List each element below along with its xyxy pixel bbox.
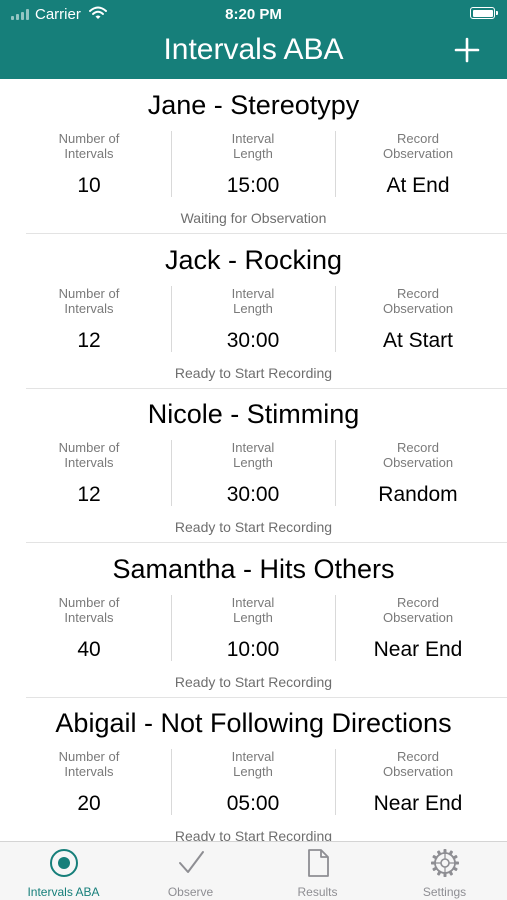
interval-length-value: 10:00	[226, 637, 280, 661]
column-divider	[171, 131, 172, 197]
interval-card[interactable]: Nicole - Stimming Number of Intervals 12 …	[0, 388, 507, 543]
card-title: Nicole - Stimming	[147, 399, 360, 429]
interval-length-column: Interval Length 30:00	[171, 440, 335, 508]
interval-length-column: Interval Length 30:00	[171, 286, 335, 354]
interval-length-value: 15:00	[226, 174, 280, 197]
page-title: Intervals ABA	[163, 33, 344, 66]
column-divider	[335, 440, 336, 506]
interval-length-label: Interval Length	[231, 749, 275, 779]
interval-card[interactable]: Abigail - Not Following Directions Numbe…	[0, 697, 507, 841]
tab-results[interactable]: Results	[254, 842, 381, 900]
interval-card[interactable]: Jack - Rocking Number of Intervals 12 Int…	[0, 234, 507, 389]
card-status: Ready to Start Recording	[174, 673, 333, 690]
tab-label: Settings	[422, 885, 467, 899]
navigation-header: Carrier 8:20 PM Intervals ABA	[0, 0, 507, 79]
number-of-intervals-column: Number of Intervals 20	[7, 749, 171, 817]
column-divider	[335, 749, 336, 815]
number-of-intervals-label: Number of Intervals	[58, 440, 120, 470]
interval-length-value: 05:00	[226, 792, 280, 815]
card-status: Waiting for Observation	[180, 210, 327, 226]
column-divider	[171, 594, 172, 661]
interval-length-value: 30:00	[226, 328, 280, 352]
column-divider	[335, 131, 336, 197]
number-of-intervals-label: Number of Intervals	[58, 131, 120, 161]
record-observation-value: Near End	[373, 637, 463, 661]
number-of-intervals-value: 40	[77, 637, 101, 661]
record-observation-column: Record Observation Near End	[336, 749, 500, 817]
record-observation-column: Record Observation Near End	[336, 595, 500, 663]
interval-length-column: Interval Length 15:00	[171, 131, 335, 199]
interval-length-label: Interval Length	[231, 594, 275, 625]
record-observation-label: Record Observation	[382, 131, 454, 161]
document-icon	[303, 848, 333, 878]
column-divider	[171, 440, 172, 506]
status-time: 8:20 PM	[225, 6, 282, 23]
interval-length-label: Interval Length	[231, 131, 275, 161]
record-observation-column: Record Observation At Start	[336, 286, 500, 354]
interval-length-column: Interval Length 10:00	[171, 595, 335, 663]
card-status: Ready to Start Recording	[174, 519, 333, 535]
interval-card[interactable]: Samantha - Hits Others Number of Interval…	[0, 543, 507, 698]
record-observation-label: Record Observation	[382, 285, 454, 316]
number-of-intervals-value: 12	[77, 483, 101, 506]
interval-card[interactable]: Jane - Stereotypy Number of Intervals 10 …	[0, 79, 507, 234]
battery-icon	[470, 7, 498, 19]
tab-settings[interactable]: Settings	[381, 842, 507, 900]
card-title: Abigail - Not Following Directions	[55, 708, 452, 738]
card-title: Jack - Rocking	[164, 244, 343, 275]
tab-intervals-aba[interactable]: Intervals ABA	[0, 842, 127, 900]
number-of-intervals-column: Number of Intervals 10	[7, 131, 171, 199]
tab-bar: Intervals ABA Observe Results Settings	[0, 841, 507, 900]
column-divider	[335, 285, 336, 352]
tab-observe[interactable]: Observe	[127, 842, 254, 900]
column-divider	[171, 749, 172, 815]
record-observation-value: Random	[378, 483, 458, 506]
number-of-intervals-value: 10	[77, 174, 101, 197]
interval-length-value: 30:00	[226, 483, 280, 506]
card-status: Ready to Start Recording	[174, 364, 333, 381]
add-interval-button[interactable]	[451, 34, 483, 66]
number-of-intervals-value: 20	[77, 792, 101, 815]
interval-list[interactable]: Jane - Stereotypy Number of Intervals 10 …	[0, 79, 507, 841]
tab-label: Observe	[167, 885, 214, 899]
record-observation-value: Near End	[373, 792, 463, 815]
number-of-intervals-label: Number of Intervals	[58, 285, 120, 316]
record-observation-value: At End	[386, 174, 450, 197]
status-bar: Carrier 8:20 PM	[0, 0, 507, 28]
number-of-intervals-value: 12	[77, 328, 101, 352]
column-divider	[335, 594, 336, 661]
card-title: Samantha - Hits Others	[112, 553, 395, 584]
number-of-intervals-label: Number of Intervals	[58, 594, 120, 625]
card-status: Ready to Start Recording	[174, 828, 333, 841]
tab-label: Intervals ABA	[27, 885, 100, 899]
record-observation-label: Record Observation	[382, 749, 454, 779]
number-of-intervals-column: Number of Intervals 12	[7, 440, 171, 508]
tab-label: Results	[297, 885, 338, 899]
number-of-intervals-label: Number of Intervals	[58, 749, 120, 779]
interval-length-column: Interval Length 05:00	[171, 749, 335, 817]
number-of-intervals-column: Number of Intervals 12	[7, 286, 171, 354]
record-icon	[49, 848, 79, 878]
number-of-intervals-column: Number of Intervals 40	[7, 595, 171, 663]
record-observation-column: Record Observation Random	[336, 440, 500, 508]
gear-icon	[430, 848, 460, 878]
column-divider	[171, 285, 172, 352]
record-observation-label: Record Observation	[382, 440, 454, 470]
card-title: Jane - Stereotypy	[147, 90, 360, 120]
record-observation-value: At Start	[382, 328, 454, 352]
interval-length-label: Interval Length	[231, 285, 275, 316]
record-observation-label: Record Observation	[382, 594, 454, 625]
interval-length-label: Interval Length	[231, 440, 275, 470]
checkmark-icon	[176, 848, 206, 878]
record-observation-column: Record Observation At End	[336, 131, 500, 199]
